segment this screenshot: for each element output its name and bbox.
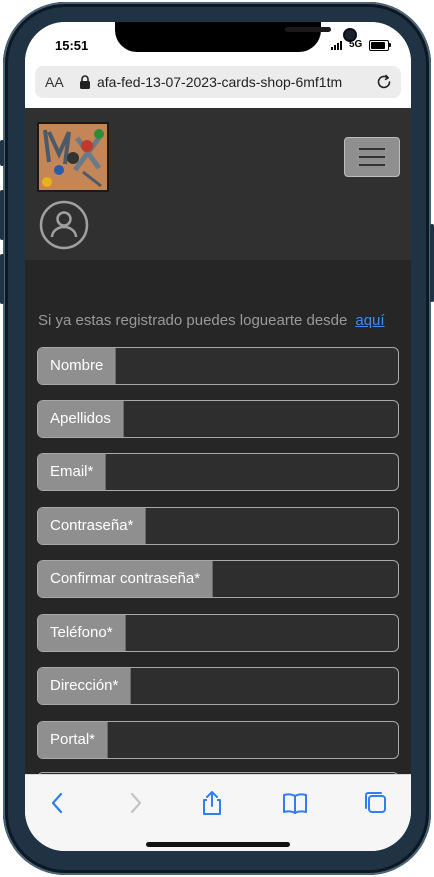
forward-icon[interactable] — [121, 789, 149, 817]
notch — [115, 22, 355, 52]
navbar — [25, 108, 411, 260]
speaker — [285, 27, 331, 32]
share-icon[interactable] — [198, 789, 226, 817]
email-field[interactable]: Email* — [37, 453, 399, 491]
volume-down-button — [0, 254, 4, 304]
login-message: Si ya estas registrado puedes loguearte … — [38, 312, 385, 329]
network-label: 5G — [349, 39, 363, 50]
confirm-password-field[interactable]: Confirmar contraseña* — [37, 560, 399, 598]
browser-toolbar — [25, 774, 411, 851]
signal-icon — [331, 40, 345, 50]
status-bar: 15:51 5G — [25, 22, 411, 66]
volume-up-button — [0, 190, 4, 240]
address-bar-area: AA afa-fed-13-07-2023-cards-shop-6mf1tm — [25, 66, 411, 108]
hamburger-line — [359, 156, 385, 158]
field-label: Apellidos — [38, 401, 124, 437]
address-field[interactable]: Dirección* — [37, 667, 399, 705]
reload-icon[interactable] — [375, 73, 393, 91]
field-label: Portal* — [38, 722, 109, 758]
login-message-text: Si ya estas registrado puedes loguearte … — [38, 312, 348, 329]
field-label: Teléfono* — [38, 615, 126, 651]
home-indicator — [146, 842, 290, 847]
password-field[interactable]: Contraseña* — [37, 507, 399, 545]
hamburger-line — [359, 164, 385, 166]
text-size-button[interactable]: AA — [45, 74, 64, 90]
phone-screen: 15:51 5G AA afa-fed-13-07-2023-cards-sho… — [25, 22, 411, 851]
back-icon[interactable] — [44, 789, 72, 817]
mute-switch — [0, 140, 4, 166]
url-text[interactable]: afa-fed-13-07-2023-cards-shop-6mf1tm — [97, 74, 365, 90]
menu-toggle-button[interactable] — [344, 137, 400, 177]
phone-field[interactable]: Teléfono* — [37, 614, 399, 652]
cards-shop-logo[interactable] — [37, 122, 109, 192]
web-content: Si ya estas registrado puedes loguearte … — [25, 108, 411, 774]
field-label: Nombre — [38, 348, 117, 384]
bookmarks-icon[interactable] — [281, 789, 309, 817]
apellidos-field[interactable]: Apellidos — [37, 400, 399, 438]
battery-icon — [369, 40, 389, 51]
field-label: Dirección* — [38, 668, 132, 704]
address-bar[interactable]: AA afa-fed-13-07-2023-cards-shop-6mf1tm — [35, 66, 401, 98]
status-time: 15:51 — [55, 38, 89, 53]
field-label: Confirmar contraseña* — [38, 561, 214, 597]
power-button — [430, 224, 434, 302]
battery-tip — [389, 43, 391, 47]
login-link[interactable]: aquí — [355, 312, 384, 329]
user-circle-icon[interactable] — [39, 200, 89, 250]
field-label: Email* — [38, 454, 107, 490]
lock-icon — [80, 75, 90, 89]
hamburger-line — [359, 148, 385, 150]
field-label: Contraseña* — [38, 508, 147, 544]
tabs-icon[interactable] — [362, 789, 390, 817]
nombre-field[interactable]: Nombre — [37, 347, 399, 385]
portal-field[interactable]: Portal* — [37, 721, 399, 759]
